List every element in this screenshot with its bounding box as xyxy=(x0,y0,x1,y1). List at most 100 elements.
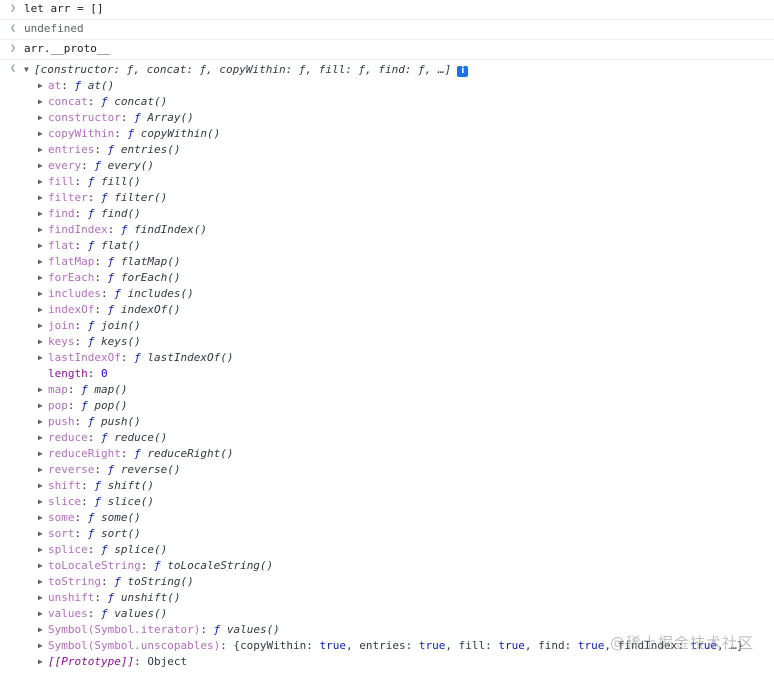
property-row[interactable]: ▶ includes: ƒ includes() xyxy=(38,286,774,302)
property-row[interactable]: ▶ filter: ƒ filter() xyxy=(38,190,774,206)
function-icon: ƒ xyxy=(107,255,115,268)
function-signature: toString() xyxy=(127,575,194,588)
prototype-value: Object xyxy=(147,655,188,668)
property-row[interactable]: ▶ pop: ƒ pop() xyxy=(38,398,774,414)
property-key: flat xyxy=(48,239,75,252)
property-row[interactable]: ▶ lastIndexOf: ƒ lastIndexOf() xyxy=(38,350,774,366)
property-row[interactable]: ▶ toLocaleString: ƒ toLocaleString() xyxy=(38,558,774,574)
collapsed-triangle-icon[interactable]: ▶ xyxy=(38,590,47,606)
collapsed-triangle-icon[interactable]: ▶ xyxy=(38,270,47,286)
collapsed-triangle-icon[interactable]: ▶ xyxy=(38,510,47,526)
collapsed-triangle-icon[interactable]: ▶ xyxy=(38,222,47,238)
property-value: 0 xyxy=(101,367,108,380)
property-colon: : xyxy=(120,351,135,364)
collapsed-triangle-icon[interactable]: ▶ xyxy=(38,638,47,654)
expanded-triangle-icon[interactable]: ▼ xyxy=(24,62,32,78)
collapsed-triangle-icon[interactable]: ▶ xyxy=(38,302,47,318)
collapsed-triangle-icon[interactable]: ▶ xyxy=(38,158,47,174)
property-row-prototype[interactable]: ▶ [[Prototype]]: Object xyxy=(38,654,774,670)
collapsed-triangle-icon[interactable]: ▶ xyxy=(38,494,47,510)
collapsed-triangle-icon[interactable]: ▶ xyxy=(38,254,47,270)
property-row[interactable]: ▶ reverse: ƒ reverse() xyxy=(38,462,774,478)
property-row[interactable]: ▶ reduceRight: ƒ reduceRight() xyxy=(38,446,774,462)
collapsed-triangle-icon[interactable]: ▶ xyxy=(38,606,47,622)
tree-root-line[interactable]: ▼ [constructor: ƒ, concat: ƒ, copyWithin:… xyxy=(24,62,774,78)
property-colon: : xyxy=(74,527,88,540)
property-row[interactable]: ▶ at: ƒ at() xyxy=(38,78,774,94)
function-icon: ƒ xyxy=(81,383,88,396)
property-row[interactable]: ▶ concat: ƒ concat() xyxy=(38,94,774,110)
property-row[interactable]: ▶ toString: ƒ toString() xyxy=(38,574,774,590)
collapsed-triangle-icon[interactable]: ▶ xyxy=(38,462,47,478)
collapsed-triangle-icon[interactable]: ▶ xyxy=(38,350,47,366)
property-row[interactable]: ▶ flatMap: ƒ flatMap() xyxy=(38,254,774,270)
property-row[interactable]: ▶ push: ƒ push() xyxy=(38,414,774,430)
property-row[interactable]: ▶ every: ƒ every() xyxy=(38,158,774,174)
property-colon: : xyxy=(87,367,101,380)
property-row[interactable]: ▶ forEach: ƒ forEach() xyxy=(38,270,774,286)
console-input-let-arr[interactable]: ❯ let arr = [] xyxy=(0,0,774,20)
collapsed-triangle-icon[interactable]: ▶ xyxy=(38,558,47,574)
function-signature: push() xyxy=(101,415,141,428)
property-row[interactable]: ▶ fill: ƒ fill() xyxy=(38,174,774,190)
console-input-proto[interactable]: ❯ arr.__proto__ xyxy=(0,40,774,60)
collapsed-triangle-icon[interactable]: ▶ xyxy=(38,622,47,638)
property-row[interactable]: ▶ sort: ƒ sort() xyxy=(38,526,774,542)
property-key: reverse xyxy=(48,463,95,476)
collapsed-triangle-icon[interactable]: ▶ xyxy=(38,126,47,142)
collapsed-triangle-icon[interactable]: ▶ xyxy=(38,446,47,462)
collapsed-triangle-icon[interactable]: ▶ xyxy=(38,574,47,590)
property-colon: : xyxy=(87,431,101,444)
property-row[interactable]: ▶ find: ƒ find() xyxy=(38,206,774,222)
collapsed-triangle-icon[interactable]: ▶ xyxy=(38,206,47,222)
collapsed-triangle-icon[interactable]: ▶ xyxy=(38,318,47,334)
function-signature: Array() xyxy=(147,111,194,124)
collapsed-triangle-icon[interactable]: ▶ xyxy=(38,142,47,158)
property-key: pop xyxy=(48,399,68,412)
collapsed-triangle-icon[interactable]: ▶ xyxy=(38,526,47,542)
collapsed-triangle-icon[interactable]: ▶ xyxy=(38,238,47,254)
collapsed-triangle-icon[interactable]: ▶ xyxy=(38,174,47,190)
collapsed-triangle-icon[interactable]: ▶ xyxy=(38,110,47,126)
collapsed-triangle-icon[interactable]: ▶ xyxy=(38,286,47,302)
property-row[interactable]: ▶ values: ƒ values() xyxy=(38,606,774,622)
collapsed-triangle-icon[interactable]: ▶ xyxy=(38,414,47,430)
property-row[interactable]: ▶ constructor: ƒ Array() xyxy=(38,110,774,126)
property-row[interactable]: ▶ copyWithin: ƒ copyWithin() xyxy=(38,126,774,142)
property-row[interactable]: ▶ indexOf: ƒ indexOf() xyxy=(38,302,774,318)
property-row[interactable]: ▶ flat: ƒ flat() xyxy=(38,238,774,254)
function-signature: includes() xyxy=(127,287,194,300)
collapsed-triangle-icon[interactable]: ▶ xyxy=(38,382,47,398)
property-colon: : xyxy=(67,383,82,396)
property-row[interactable]: ▶ slice: ƒ slice() xyxy=(38,494,774,510)
collapsed-triangle-icon[interactable]: ▶ xyxy=(38,190,47,206)
collapsed-triangle-icon[interactable]: ▶ xyxy=(38,94,47,110)
info-icon[interactable]: i xyxy=(457,66,469,77)
collapsed-triangle-icon[interactable]: ▶ xyxy=(38,78,47,94)
collapsed-triangle-icon[interactable]: ▶ xyxy=(38,542,47,558)
tree-summary: [constructor: ƒ, concat: ƒ, copyWithin: … xyxy=(34,63,452,76)
function-icon: ƒ xyxy=(101,191,108,204)
property-row[interactable]: ▶ some: ƒ some() xyxy=(38,510,774,526)
property-row[interactable]: ▶ map: ƒ map() xyxy=(38,382,774,398)
property-row[interactable]: ▶ reduce: ƒ reduce() xyxy=(38,430,774,446)
property-row[interactable]: ▶ join: ƒ join() xyxy=(38,318,774,334)
property-row[interactable]: ▶ findIndex: ƒ findIndex() xyxy=(38,222,774,238)
collapsed-triangle-icon[interactable]: ▶ xyxy=(38,654,47,670)
collapsed-triangle-icon[interactable]: ▶ xyxy=(38,398,47,414)
property-row[interactable]: ▶ entries: ƒ entries() xyxy=(38,142,774,158)
collapsed-triangle-icon[interactable]: ▶ xyxy=(38,430,47,446)
collapsed-triangle-icon[interactable]: ▶ xyxy=(38,478,47,494)
unscopable-colon: : xyxy=(485,639,499,652)
property-row[interactable]: length: 0 xyxy=(38,366,774,382)
function-icon: ƒ xyxy=(107,463,115,476)
property-row[interactable]: ▶ unshift: ƒ unshift() xyxy=(38,590,774,606)
property-row[interactable]: ▶ splice: ƒ splice() xyxy=(38,542,774,558)
function-icon: ƒ xyxy=(101,95,108,108)
devtools-console: ❯ let arr = [] ❮ undefined ❯ arr.__proto… xyxy=(0,0,774,673)
unscopable-value: true xyxy=(577,639,605,652)
property-row[interactable]: ▶ shift: ƒ shift() xyxy=(38,478,774,494)
property-colon: : xyxy=(74,511,88,524)
property-row[interactable]: ▶ keys: ƒ keys() xyxy=(38,334,774,350)
collapsed-triangle-icon[interactable]: ▶ xyxy=(38,334,47,350)
